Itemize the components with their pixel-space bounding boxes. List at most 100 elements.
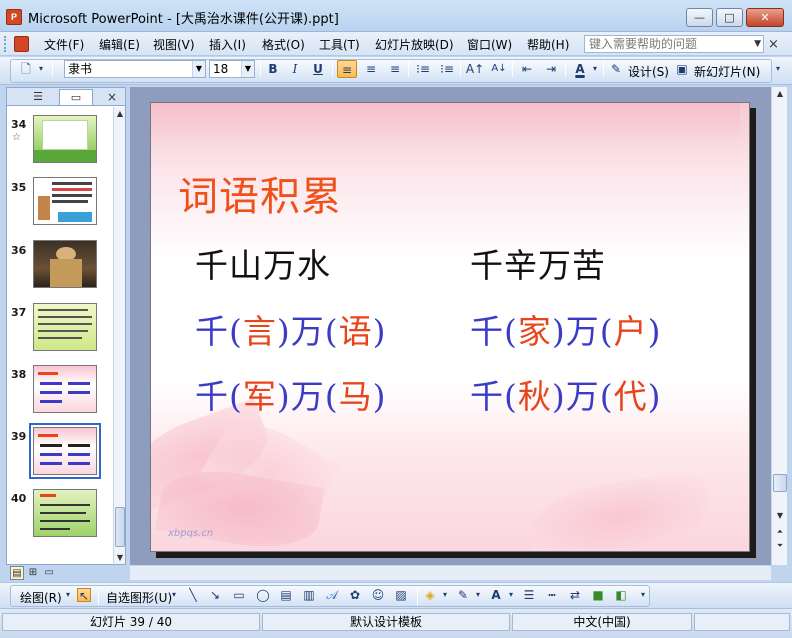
powerpoint-icon[interactable]: P: [6, 9, 22, 25]
arrow-icon[interactable]: ↘: [208, 588, 222, 602]
autoshapes-button[interactable]: 自选图形(U): [106, 589, 172, 606]
font-name-combo[interactable]: 隶书 ▼: [64, 60, 206, 78]
bold-button[interactable]: B: [263, 60, 283, 78]
picture-icon[interactable]: ▨: [394, 588, 408, 602]
toolbar-options-icon[interactable]: ▾: [638, 588, 648, 602]
line-style-icon[interactable]: ☰: [522, 588, 536, 602]
horizontal-scrollbar[interactable]: [130, 566, 771, 580]
align-center-icon[interactable]: ≡: [361, 60, 381, 78]
slide-thumbnail-40[interactable]: [33, 489, 97, 537]
help-search-input[interactable]: 键入需要帮助的问题 ▼: [584, 35, 764, 53]
outline-tab-icon[interactable]: ☰: [21, 89, 55, 105]
menu-window[interactable]: 窗口(W): [467, 36, 512, 53]
menu-edit[interactable]: 编辑(E): [99, 36, 140, 53]
textbox-icon[interactable]: ▤: [279, 588, 293, 602]
menu-view[interactable]: 视图(V): [153, 36, 195, 53]
scroll-up-icon[interactable]: ▲: [773, 89, 787, 98]
toolbar-options-icon[interactable]: ▾: [772, 60, 784, 78]
thumbnail-scrollbar[interactable]: ▲ ▼: [113, 107, 125, 564]
decrease-indent-icon[interactable]: ⇤: [517, 60, 537, 78]
scroll-thumb[interactable]: [773, 474, 787, 492]
phrase-row-1-left[interactable]: 千山万水: [195, 239, 331, 287]
chevron-down-icon[interactable]: ▾: [507, 588, 515, 602]
new-slide-icon[interactable]: ▣: [674, 60, 690, 78]
scroll-down-icon[interactable]: ▼: [115, 553, 125, 562]
shrink-font-icon[interactable]: A↓: [489, 60, 509, 78]
design-icon[interactable]: ✎: [609, 60, 623, 78]
menu-tools[interactable]: 工具(T): [319, 36, 360, 53]
chevron-down-icon[interactable]: ▾: [36, 60, 46, 78]
chevron-down-icon[interactable]: ▼: [192, 61, 205, 77]
menu-slideshow[interactable]: 幻灯片放映(D): [375, 36, 454, 53]
slide-thumbnail-37[interactable]: [33, 303, 97, 351]
font-color-button[interactable]: A: [570, 60, 590, 78]
align-right-icon[interactable]: ≡: [385, 60, 405, 78]
scroll-thumb[interactable]: [115, 507, 125, 547]
slides-tab-icon[interactable]: ▭: [59, 89, 93, 105]
menu-help[interactable]: 帮助(H): [527, 36, 569, 53]
menu-insert[interactable]: 插入(I): [209, 36, 246, 53]
menu-format[interactable]: 格式(O): [262, 36, 305, 53]
menu-file[interactable]: 文件(F): [44, 36, 84, 53]
maximize-button[interactable]: □: [716, 8, 743, 27]
diagram-icon[interactable]: ✿: [348, 588, 362, 602]
fill-color-icon[interactable]: ◈: [423, 588, 437, 602]
document-icon[interactable]: [14, 36, 29, 52]
wordart-icon[interactable]: 𝒜: [325, 588, 339, 602]
chevron-down-icon[interactable]: ▾: [474, 588, 482, 602]
phrase-row-3-left[interactable]: 千(军)万(马): [195, 370, 387, 418]
scroll-down-icon[interactable]: ▼: [773, 511, 787, 520]
underline-button[interactable]: U: [308, 60, 328, 78]
pane-close-icon[interactable]: ×: [107, 89, 117, 105]
vertical-textbox-icon[interactable]: ▥: [302, 588, 316, 602]
line-color-icon[interactable]: ✎: [456, 588, 470, 602]
close-button[interactable]: ✕: [746, 8, 784, 27]
line-icon[interactable]: ╲: [186, 588, 200, 602]
new-document-icon[interactable]: 🗋: [16, 60, 36, 78]
3d-style-icon[interactable]: ◧: [614, 588, 628, 602]
design-button[interactable]: 设计(S): [628, 63, 669, 80]
chevron-down-icon[interactable]: ▼: [754, 36, 761, 52]
slide-thumbnail-35[interactable]: [33, 177, 97, 225]
slide-sorter-view-icon[interactable]: ⊞: [26, 566, 40, 580]
chevron-down-icon[interactable]: ▼: [241, 61, 254, 77]
italic-button[interactable]: I: [285, 60, 305, 78]
chevron-down-icon[interactable]: ▾: [591, 60, 599, 78]
chevron-down-icon[interactable]: ▾: [64, 588, 72, 602]
normal-view-icon[interactable]: ▤: [10, 566, 24, 580]
rectangle-icon[interactable]: ▭: [232, 588, 246, 602]
chevron-down-icon[interactable]: ▾: [441, 588, 449, 602]
slide-thumbnail-34[interactable]: [33, 115, 97, 163]
font-size-combo[interactable]: 18 ▼: [209, 60, 255, 78]
document-close-icon[interactable]: ×: [768, 37, 779, 52]
current-slide[interactable]: 词语积累 千山万水 千辛万苦 千(言)万(语) 千(家)万(户) 千(军)万(马…: [150, 102, 750, 552]
slide-thumbnail-39[interactable]: [29, 423, 101, 479]
scroll-up-icon[interactable]: ▲: [115, 109, 125, 118]
phrase-row-1-right[interactable]: 千辛万苦: [470, 239, 606, 287]
draw-menu-button[interactable]: 绘图(R): [20, 589, 62, 606]
toolbar-grip[interactable]: [4, 36, 8, 52]
dash-style-icon[interactable]: ┅: [545, 588, 559, 602]
select-cursor-icon[interactable]: ↖: [77, 588, 91, 603]
slide-thumbnail-36[interactable]: [33, 240, 97, 288]
slide-thumbnail-38[interactable]: [33, 365, 97, 413]
increase-indent-icon[interactable]: ⇥: [541, 60, 561, 78]
clipart-icon[interactable]: ☺: [371, 588, 385, 602]
font-color-icon[interactable]: A: [489, 588, 503, 602]
slideshow-view-icon[interactable]: ▭: [42, 566, 56, 580]
oval-icon[interactable]: ◯: [256, 588, 270, 602]
bulleted-list-icon[interactable]: ⁝≡: [437, 60, 457, 78]
numbered-list-icon[interactable]: ⁝≡: [413, 60, 433, 78]
phrase-row-3-right[interactable]: 千(秋)万(代): [470, 370, 662, 418]
slide-scrollbar[interactable]: ▲ ▼ ⏶ ⏷: [771, 87, 787, 565]
previous-slide-icon[interactable]: ⏶: [773, 527, 787, 537]
arrow-style-icon[interactable]: ⇄: [568, 588, 582, 602]
new-slide-button[interactable]: 新幻灯片(N): [694, 63, 760, 80]
phrase-row-2-right[interactable]: 千(家)万(户): [470, 305, 662, 353]
shadow-style-icon[interactable]: ■: [591, 588, 605, 602]
grow-font-icon[interactable]: A↑: [465, 60, 485, 78]
chevron-down-icon[interactable]: ▾: [170, 588, 178, 602]
phrase-row-2-left[interactable]: 千(言)万(语): [195, 305, 387, 353]
slide-title[interactable]: 词语积累: [178, 164, 342, 222]
align-left-icon[interactable]: ≡: [337, 60, 357, 78]
